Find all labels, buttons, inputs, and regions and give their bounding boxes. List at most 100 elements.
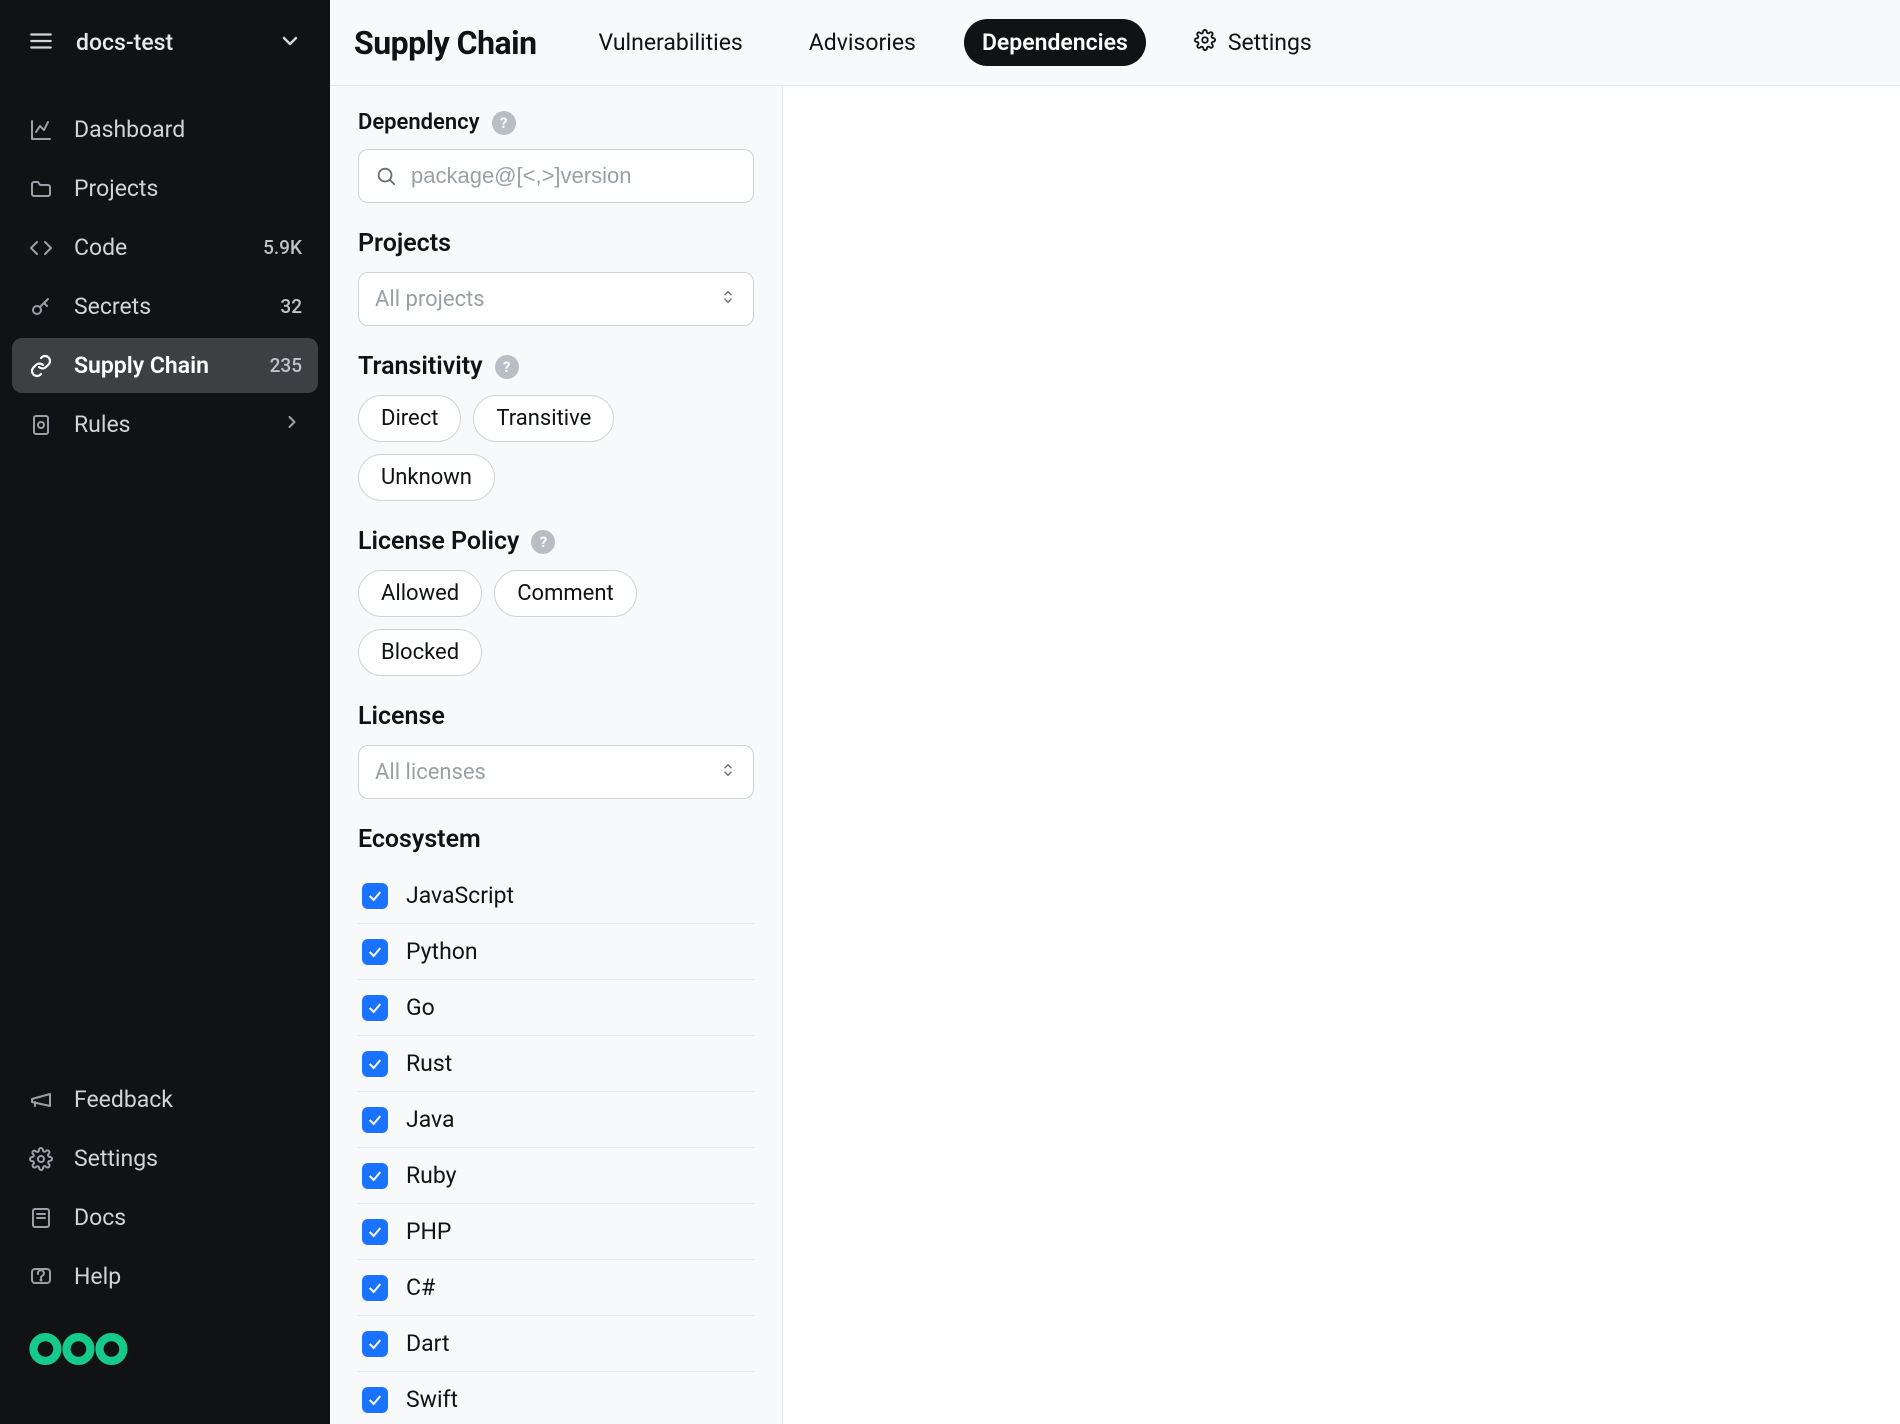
license-policy-blocked[interactable]: Blocked	[358, 629, 482, 676]
sidebar-item-projects[interactable]: Projects	[12, 161, 318, 216]
help-icon[interactable]: ?	[531, 530, 555, 554]
ecosystem-item[interactable]: JavaScript	[358, 868, 754, 924]
sidebar-item-rules[interactable]: Rules	[12, 397, 318, 452]
link-icon	[28, 354, 54, 378]
brand-logo	[12, 1308, 318, 1404]
filters-panel: Dependency ? Projects All projects	[330, 86, 783, 1424]
ecosystem-item[interactable]: Java	[358, 1092, 754, 1148]
ecosystem-item-label: C#	[406, 1274, 435, 1301]
tab-settings[interactable]: Settings	[1176, 19, 1330, 67]
ecosystem-item-label: Swift	[406, 1386, 458, 1413]
sidebar-item-dashboard[interactable]: Dashboard	[12, 102, 318, 157]
ecosystem-item[interactable]: Ruby	[358, 1148, 754, 1204]
license-policy-allowed[interactable]: Allowed	[358, 570, 482, 617]
help-icon	[28, 1265, 54, 1289]
dependency-input[interactable]	[411, 163, 737, 189]
sidebar-item-supply-chain[interactable]: Supply Chain 235	[12, 338, 318, 393]
sidebar-item-label: Secrets	[74, 293, 260, 320]
ecosystem-item-label: Java	[406, 1106, 455, 1133]
search-icon	[375, 165, 397, 187]
project-name: docs-test	[76, 29, 173, 56]
ecosystem-item[interactable]: PHP	[358, 1204, 754, 1260]
sidebar-item-label: Code	[74, 234, 243, 261]
tab-advisories[interactable]: Advisories	[791, 19, 934, 66]
ecosystem-item-label: JavaScript	[406, 882, 514, 909]
sidebar-item-badge: 32	[280, 295, 302, 318]
checkbox-icon	[362, 883, 388, 909]
sidebar-item-help[interactable]: Help	[12, 1249, 318, 1304]
checkbox-icon	[362, 1219, 388, 1245]
projects-select-value: All projects	[375, 287, 485, 312]
ecosystem-item-label: Ruby	[406, 1162, 457, 1189]
checkbox-icon	[362, 995, 388, 1021]
ecosystem-item[interactable]: C#	[358, 1260, 754, 1316]
ecosystem-item-label: Go	[406, 994, 435, 1021]
sidebar-item-label: Supply Chain	[74, 352, 250, 379]
sidebar: docs-test Dashboard Projects	[0, 0, 330, 1424]
tab-settings-label: Settings	[1228, 29, 1312, 56]
license-policy-comment[interactable]: Comment	[494, 570, 636, 617]
transitivity-unknown[interactable]: Unknown	[358, 454, 495, 501]
projects-label: Projects	[358, 229, 754, 258]
gear-icon	[1194, 29, 1216, 57]
transitivity-direct[interactable]: Direct	[358, 395, 461, 442]
ecosystem-item[interactable]: Go	[358, 980, 754, 1036]
menu-icon	[28, 28, 54, 58]
sidebar-item-settings[interactable]: Settings	[12, 1131, 318, 1186]
sidebar-nav: Dashboard Projects Code 5.9K Secrets	[0, 86, 330, 1072]
folder-icon	[28, 177, 54, 201]
rules-icon	[28, 413, 54, 437]
checkbox-icon	[362, 1051, 388, 1077]
chevron-down-icon	[278, 29, 302, 57]
ecosystem-list: JavaScript Python Go Rust Java Ruby PHP …	[358, 868, 754, 1424]
ecosystem-item-label: PHP	[406, 1218, 451, 1245]
sidebar-item-label: Docs	[74, 1204, 302, 1231]
ecosystem-item[interactable]: Swift	[358, 1372, 754, 1424]
code-icon	[28, 236, 54, 260]
transitivity-label: Transitivity ?	[358, 352, 754, 381]
help-icon[interactable]: ?	[495, 355, 519, 379]
license-select[interactable]: All licenses	[358, 745, 754, 799]
sort-icon	[719, 287, 737, 312]
sidebar-item-docs[interactable]: Docs	[12, 1190, 318, 1245]
sidebar-item-label: Projects	[74, 175, 302, 202]
results-panel	[783, 86, 1900, 1424]
sort-icon	[719, 760, 737, 785]
sidebar-item-label: Feedback	[74, 1086, 302, 1113]
ecosystem-item[interactable]: Python	[358, 924, 754, 980]
checkbox-icon	[362, 1275, 388, 1301]
checkbox-icon	[362, 1107, 388, 1133]
topbar: Supply Chain Vulnerabilities Advisories …	[330, 0, 1900, 86]
sidebar-item-badge: 235	[270, 354, 302, 377]
sidebar-item-code[interactable]: Code 5.9K	[12, 220, 318, 275]
license-select-value: All licenses	[375, 760, 486, 785]
dependency-label: Dependency ?	[358, 110, 754, 135]
tab-dependencies[interactable]: Dependencies	[964, 19, 1146, 66]
book-icon	[28, 1206, 54, 1230]
dependency-search[interactable]	[358, 149, 754, 203]
sidebar-item-label: Help	[74, 1263, 302, 1290]
projects-select[interactable]: All projects	[358, 272, 754, 326]
ecosystem-item[interactable]: Dart	[358, 1316, 754, 1372]
ecosystem-item-label: Python	[406, 938, 478, 965]
ecosystem-label: Ecosystem	[358, 825, 754, 854]
transitivity-transitive[interactable]: Transitive	[473, 395, 614, 442]
sidebar-item-label: Dashboard	[74, 116, 302, 143]
ecosystem-item[interactable]: Rust	[358, 1036, 754, 1092]
page-title: Supply Chain	[354, 24, 537, 62]
sidebar-item-feedback[interactable]: Feedback	[12, 1072, 318, 1127]
checkbox-icon	[362, 939, 388, 965]
help-icon[interactable]: ?	[492, 111, 516, 135]
sidebar-item-label: Settings	[74, 1145, 302, 1172]
gear-icon	[28, 1147, 54, 1171]
license-policy-label: License Policy ?	[358, 527, 754, 556]
checkbox-icon	[362, 1331, 388, 1357]
chevron-right-icon	[282, 411, 302, 438]
sidebar-item-secrets[interactable]: Secrets 32	[12, 279, 318, 334]
sidebar-item-badge: 5.9K	[263, 236, 302, 259]
tab-vulnerabilities[interactable]: Vulnerabilities	[581, 19, 761, 66]
project-switcher[interactable]: docs-test	[0, 0, 330, 86]
ecosystem-item-label: Dart	[406, 1330, 449, 1357]
sidebar-footer: Feedback Settings Docs Help	[0, 1072, 330, 1424]
chart-icon	[28, 118, 54, 142]
